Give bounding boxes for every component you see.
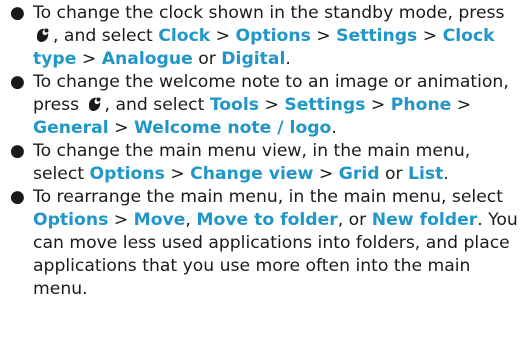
menu-path-keyword: Grid	[338, 164, 380, 184]
tip-text: >	[451, 95, 472, 115]
menu-path-keyword: Tools	[209, 95, 259, 115]
menu-path-keyword: Digital	[221, 49, 286, 69]
bullet-icon: ●	[10, 187, 25, 207]
menu-key-icon	[86, 95, 104, 113]
tip-text: >	[210, 26, 236, 46]
menu-path-keyword: Change view	[190, 164, 314, 184]
tip-text: or	[192, 49, 222, 69]
tip-item: ● To change the main menu view, in the ma…	[10, 140, 520, 186]
tip-text: or	[379, 164, 409, 184]
tip-item: ● To change the welcome note to an image …	[10, 71, 520, 140]
menu-path-keyword: Analogue	[101, 49, 193, 69]
menu-path-keyword: Options	[33, 210, 109, 230]
tip-text: .	[331, 118, 337, 138]
tip-text: , or	[337, 210, 372, 230]
menu-path-keyword: List	[408, 164, 444, 184]
menu-path-keyword: Phone	[390, 95, 452, 115]
menu-path-keyword: Settings	[284, 95, 366, 115]
tip-text: >	[417, 26, 443, 46]
menu-path-keyword: Options	[89, 164, 165, 184]
bullet-icon: ●	[10, 141, 25, 161]
menu-path-keyword: Options	[235, 26, 311, 46]
menu-path-keyword: Move	[133, 210, 186, 230]
menu-path-keyword: General	[33, 118, 109, 138]
tip-item: ● To rearrange the main menu, in the main…	[10, 186, 520, 301]
tip-text: , and select	[104, 95, 210, 115]
tip-text: >	[164, 164, 191, 184]
tip-text: >	[108, 210, 134, 230]
menu-path-keyword: New folder	[371, 210, 478, 230]
menu-path-keyword: Clock	[158, 26, 211, 46]
menu-path-keyword: Settings	[336, 26, 418, 46]
menu-path-keyword: Move to folder	[196, 210, 338, 230]
menu-key-icon	[34, 26, 52, 44]
tip-text: >	[313, 164, 339, 184]
tip-item: ● To change the clock shown in the standb…	[10, 2, 520, 71]
bullet-icon: ●	[10, 3, 25, 23]
tip-text: >	[365, 95, 391, 115]
tip-text: .	[285, 49, 291, 69]
tip-text: >	[108, 118, 134, 138]
menu-path-keyword: Welcome note / logo	[133, 118, 332, 138]
tip-text: >	[259, 95, 285, 115]
tip-text: ,	[185, 210, 197, 230]
bullet-icon: ●	[10, 72, 25, 92]
tip-text: To change the clock shown in the standby…	[33, 3, 505, 23]
tip-text: >	[310, 26, 337, 46]
tip-text: , and select	[53, 26, 159, 46]
tip-text: .	[443, 164, 449, 184]
tip-text: >	[76, 49, 102, 69]
document-page: ● To change the clock shown in the standb…	[0, 0, 520, 345]
tips-list: ● To change the clock shown in the standb…	[10, 2, 520, 301]
tip-text: To rearrange the main menu, in the main …	[33, 187, 503, 207]
